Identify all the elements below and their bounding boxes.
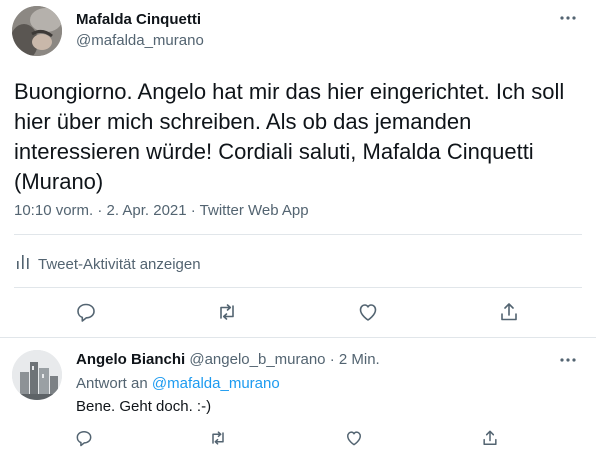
more-icon[interactable] xyxy=(556,352,580,368)
author-handle[interactable]: @mafalda_murano xyxy=(76,32,204,49)
divider xyxy=(14,234,582,235)
share-icon[interactable] xyxy=(480,428,504,452)
reply-icon[interactable] xyxy=(74,428,98,452)
reply-to-handle[interactable]: @mafalda_murano xyxy=(152,375,280,392)
analytics-icon xyxy=(16,254,30,275)
more-icon[interactable] xyxy=(556,10,580,26)
avatar[interactable] xyxy=(12,350,62,400)
main-tweet: Mafalda Cinquetti @mafalda_murano Buongi… xyxy=(0,0,596,340)
reply-icon[interactable] xyxy=(74,300,98,324)
like-icon[interactable] xyxy=(356,300,380,324)
reply-header: Angelo Bianchi @angelo_b_murano · 2 Min. xyxy=(76,351,380,368)
tweet-meta[interactable]: 10:10 vorm. · 2. Apr. 2021 · Twitter Web… xyxy=(14,202,309,219)
separator: · xyxy=(329,351,335,368)
divider xyxy=(14,287,582,288)
author-name[interactable]: Angelo Bianchi xyxy=(76,351,185,368)
reply-to-prefix: Antwort an xyxy=(76,375,148,392)
like-icon[interactable] xyxy=(344,428,368,452)
retweet-icon[interactable] xyxy=(215,300,239,324)
retweet-icon[interactable] xyxy=(208,428,232,452)
action-bar xyxy=(0,428,596,452)
avatar[interactable] xyxy=(12,6,62,56)
reply-tweet[interactable]: Angelo Bianchi @angelo_b_murano · 2 Min.… xyxy=(0,338,596,474)
action-bar xyxy=(0,297,596,327)
avatar-photo xyxy=(12,6,62,56)
tweet-text: Buongiorno. Angelo hat mir das hier eing… xyxy=(14,79,565,194)
reply-text: Bene. Geht doch. :-) xyxy=(76,398,212,415)
tweet-activity-link[interactable]: Tweet-Aktivität anzeigen xyxy=(16,254,201,274)
author-name[interactable]: Mafalda Cinquetti xyxy=(76,11,201,28)
reply-to-line: Antwort an @mafalda_murano xyxy=(76,375,280,392)
activity-label: Tweet-Aktivität anzeigen xyxy=(38,255,201,273)
author-handle[interactable]: @angelo_b_murano xyxy=(189,351,325,368)
timestamp[interactable]: 2 Min. xyxy=(339,351,380,368)
share-icon[interactable] xyxy=(497,300,521,324)
avatar-photo xyxy=(12,350,62,400)
